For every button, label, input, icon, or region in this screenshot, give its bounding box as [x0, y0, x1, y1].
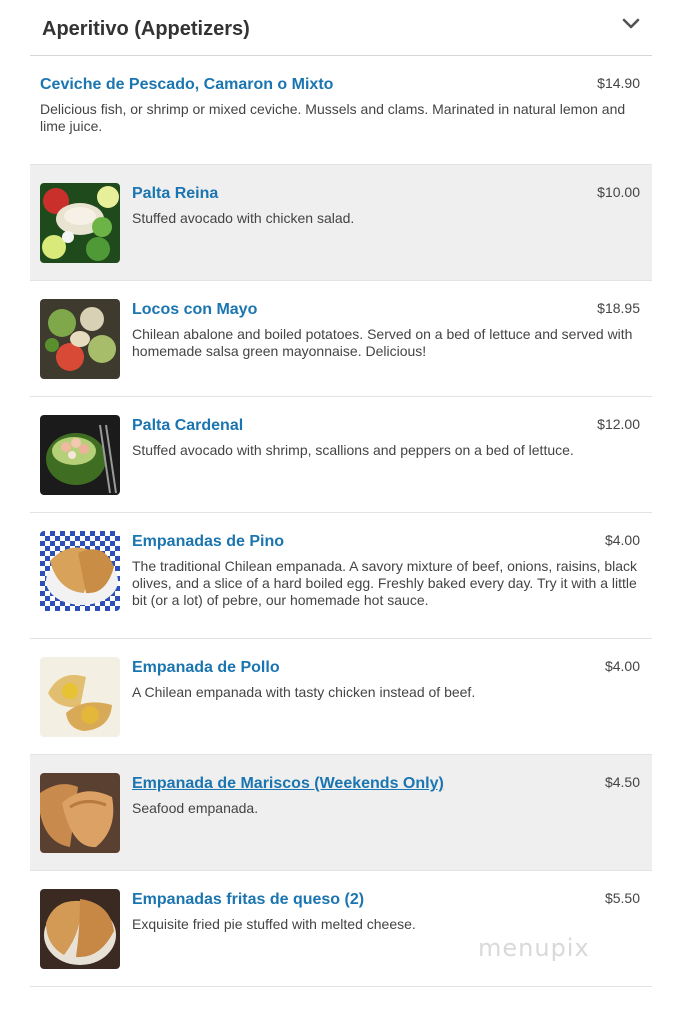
chevron-down-icon[interactable] [622, 18, 640, 30]
item-description: Delicious fish, or shrimp or mixed cevic… [40, 101, 626, 134]
item-price: $5.50 [604, 890, 640, 906]
menu-item[interactable]: Palta Reina $10.00 Stuffed avocado with … [30, 165, 652, 281]
palta-reina-photo[interactable] [40, 183, 120, 263]
item-description: Chilean abalone and boiled potatoes. Ser… [132, 326, 633, 359]
section-header[interactable]: Aperitivo (Appetizers) [30, 0, 652, 56]
item-description: Exquisite fried pie stuffed with melted … [132, 916, 416, 932]
item-name[interactable]: Palta Reina [132, 185, 218, 203]
item-price: $18.95 [597, 300, 640, 316]
item-description: A Chilean empanada with tasty chicken in… [132, 684, 476, 700]
item-price: $14.90 [597, 75, 640, 91]
item-price: $12.00 [597, 416, 640, 432]
item-name[interactable]: Ceviche de Pescado, Camaron o Mixto [40, 76, 333, 94]
menu-item[interactable]: Ceviche de Pescado, Camaron o Mixto $14.… [30, 56, 652, 165]
section-title: Aperitivo (Appetizers) [42, 18, 250, 40]
item-name[interactable]: Empanadas de Pino [132, 533, 284, 551]
menu-section: Aperitivo (Appetizers) Ceviche de Pescad… [30, 0, 652, 987]
item-description: Seafood empanada. [132, 800, 259, 816]
item-name[interactable]: Empanadas fritas de queso (2) [132, 891, 364, 909]
menu-item[interactable]: Locos con Mayo $18.95 Chilean abalone an… [30, 281, 652, 397]
menu-item[interactable]: Palta Cardenal $12.00 Stuffed avocado wi… [30, 397, 652, 513]
item-name[interactable]: Palta Cardenal [132, 417, 243, 435]
item-name[interactable]: Empanada de Pollo [132, 659, 280, 677]
palta-cardenal-photo[interactable] [40, 415, 120, 495]
item-description: Stuffed avocado with shrimp, scallions a… [132, 442, 574, 458]
item-price: $4.00 [604, 658, 640, 674]
empanada-de-pollo-photo[interactable] [40, 657, 120, 737]
menu-item[interactable]: Empanada de Pollo $4.00 A Chilean empana… [30, 639, 652, 755]
item-description: The traditional Chilean empanada. A savo… [132, 558, 638, 608]
item-price: $4.00 [604, 532, 640, 548]
empanadas-fritas-photo[interactable] [40, 889, 120, 969]
item-description: Stuffed avocado with chicken salad. [132, 210, 355, 226]
item-price: $4.50 [604, 774, 640, 790]
item-price: $10.00 [597, 184, 640, 200]
watermark: menupix [478, 934, 590, 962]
item-name-link[interactable]: Empanada de Mariscos (Weekends Only) [132, 775, 444, 793]
empanada-de-mariscos-photo[interactable] [40, 773, 120, 853]
empanadas-de-pino-photo[interactable] [40, 531, 120, 611]
menu-item[interactable]: Empanada de Mariscos (Weekends Only) $4.… [30, 755, 652, 871]
menu-item[interactable]: Empanadas fritas de queso (2) $5.50 Exqu… [30, 871, 652, 987]
item-name[interactable]: Locos con Mayo [132, 301, 257, 319]
locos-con-mayo-photo[interactable] [40, 299, 120, 379]
menu-item[interactable]: Empanadas de Pino $4.00 The traditional … [30, 513, 652, 639]
